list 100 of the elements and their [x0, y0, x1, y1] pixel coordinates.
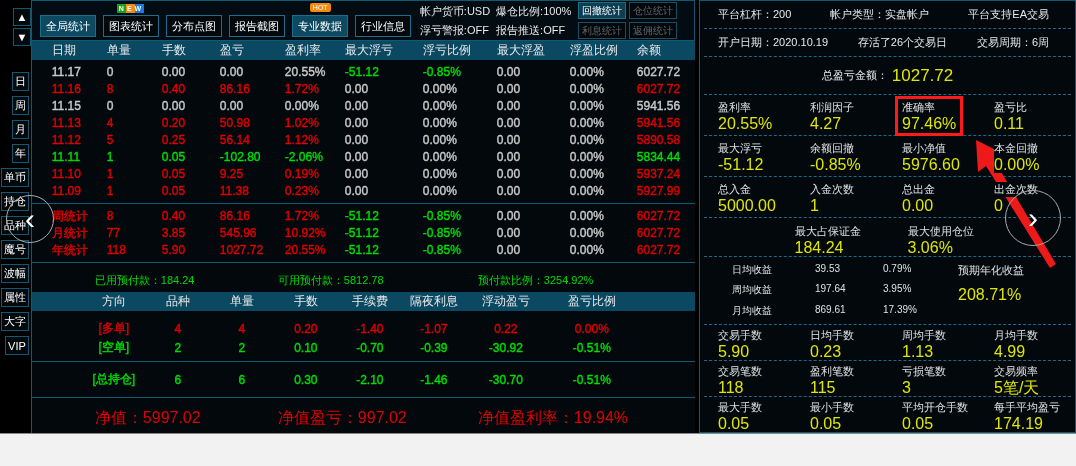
table-cell-text: 4	[237, 321, 247, 336]
column-header: 手数	[292, 292, 319, 310]
metric-value: 208.71%	[958, 286, 1023, 304]
metric-label: 最大手数	[718, 400, 762, 415]
tab[interactable]: 报告截图	[228, 14, 285, 37]
table-cell-text: 0.00%	[422, 165, 458, 183]
table-cell-text: 5927.99	[636, 182, 682, 200]
table-cell-text: 9.25	[219, 165, 245, 183]
metric-value: 5.90	[718, 343, 750, 360]
table-cell-text: 2	[173, 340, 183, 355]
tab[interactable]: 分布点图	[165, 14, 222, 37]
table-cell-text: 0.22	[493, 321, 519, 336]
metric-label: 周均收益	[732, 283, 773, 298]
metric-label: 交易手数	[718, 328, 762, 343]
account-info: 帐户类型：实盘帐户	[830, 7, 930, 22]
side-button[interactable]: 大字	[0, 312, 29, 331]
scroll-down-button[interactable]: ▼	[12, 28, 31, 46]
table-cell-text: -0.85%	[422, 224, 462, 242]
table-cell-text: -1.07	[419, 321, 449, 336]
side-button[interactable]: 月	[11, 120, 29, 139]
side-button[interactable]: 周	[11, 96, 29, 115]
side-button[interactable]: 单币	[0, 168, 29, 187]
table-cell-text: 545.96	[219, 224, 258, 242]
table-cell-text: 6027.72	[636, 207, 682, 225]
metric-label: 出金次数	[994, 182, 1038, 197]
table-cell-text: 0.00%	[569, 165, 605, 183]
table-cell-text: 5937.24	[636, 165, 682, 183]
table-cell-text: 0.05	[161, 165, 187, 183]
side-button[interactable]: 持仓	[0, 192, 29, 211]
table-cell-text: 56.14	[219, 131, 251, 149]
metric-value: 0.05	[902, 415, 934, 432]
table-cell-text: -0.51%	[571, 340, 612, 355]
tab[interactable]: 全局统计	[39, 14, 96, 37]
table-cell-text: 0.00%	[569, 80, 605, 98]
side-button[interactable]: 魔号	[0, 240, 29, 259]
table-cell-text: 0.20	[293, 321, 319, 336]
table-cell-text: 20.55%	[284, 241, 327, 259]
metric-value: 0.05	[810, 415, 842, 432]
metric-label: 亏损笔数	[902, 364, 946, 379]
metric-label: 最小手数	[810, 400, 854, 415]
table-cell-text: 1.12%	[284, 131, 320, 149]
metric-label: 月均收益	[732, 303, 773, 318]
table-cell-text: 0	[106, 63, 115, 81]
table-cell-text: 0.30	[293, 372, 319, 387]
table-cell-text: 0.00%	[422, 80, 458, 98]
table-cell-text: -2.06%	[284, 148, 324, 166]
table-cell-text: -0.85%	[422, 241, 462, 259]
column-header: 浮盈比例	[569, 42, 619, 60]
account-info: 存活了26个交易日	[857, 35, 948, 50]
side-button[interactable]: 属性	[0, 288, 29, 307]
table-cell-text: 50.98	[219, 114, 251, 132]
metric-label: 平均开仓手数	[902, 400, 968, 415]
table-cell-text: 0.00%	[422, 97, 458, 115]
table-cell-text: 11.15	[51, 97, 82, 115]
table-cell-text: 0.00	[344, 131, 370, 149]
table-cell-text: 0.00%	[422, 131, 458, 149]
side-button[interactable]: 波幅	[0, 264, 29, 283]
tab[interactable]: 行业信息	[354, 14, 411, 37]
table-cell-text: 6027.72	[636, 224, 682, 242]
metric-value: 0.00	[902, 197, 934, 214]
stat-button[interactable]: 回撤统计	[578, 2, 627, 20]
side-button[interactable]: 年	[11, 144, 29, 163]
side-button[interactable]: 日	[11, 72, 29, 91]
metric-value: 3.95%	[883, 283, 913, 297]
table-cell-text: 11.10	[51, 165, 82, 183]
table-cell-text: -2.10	[355, 372, 385, 387]
table-cell-text: 0.00	[496, 63, 522, 81]
table-cell-text: -1.46	[419, 372, 449, 387]
account-info: 交易周期：6周	[976, 35, 1049, 50]
account-info: 爆仓比例:100%	[496, 3, 572, 19]
margin-info: 已用预付款：184.24	[94, 272, 196, 288]
scroll-up-button[interactable]: ▲	[12, 8, 31, 26]
account-info: 平台支持EA交易	[968, 7, 1049, 22]
metric-label: 最大浮亏	[718, 141, 762, 156]
tab[interactable]: 图表统计	[102, 14, 159, 37]
table-cell-text: 0.40	[161, 80, 187, 98]
table-cell-text: 0.10	[293, 340, 319, 355]
net-value: 净值：5997.02	[94, 408, 202, 429]
table-cell-text: 11.11	[51, 148, 82, 166]
table-cell-text: 6027.72	[636, 80, 682, 98]
table-cell-text: -0.70	[355, 340, 385, 355]
table-cell-text: -0.51%	[571, 372, 612, 387]
column-header: 最大浮盈	[496, 42, 546, 60]
metric-value: 115	[810, 379, 836, 396]
table-cell-text: 11.12	[51, 131, 82, 149]
metric-label: 每手平均盈亏	[994, 400, 1060, 415]
table-cell-text: 0.19%	[284, 165, 320, 183]
table-cell-text: 0.00	[496, 148, 522, 166]
side-button[interactable]: VIP	[5, 336, 29, 355]
table-cell-text: 0.00	[496, 114, 522, 132]
metric-value: 3	[902, 379, 911, 396]
table-cell-text: [总持仓]	[91, 371, 137, 389]
tab[interactable]: 专业数据	[291, 14, 348, 37]
metric-label: 最小净值	[902, 141, 946, 156]
column-header: 最大浮亏	[344, 42, 394, 60]
metric-value: 39.53	[815, 263, 842, 276]
column-header: 日期	[51, 42, 77, 60]
table-cell-text: 1	[106, 148, 115, 166]
table-cell-text: 月统计	[51, 224, 89, 242]
column-header: 品种	[164, 292, 191, 310]
